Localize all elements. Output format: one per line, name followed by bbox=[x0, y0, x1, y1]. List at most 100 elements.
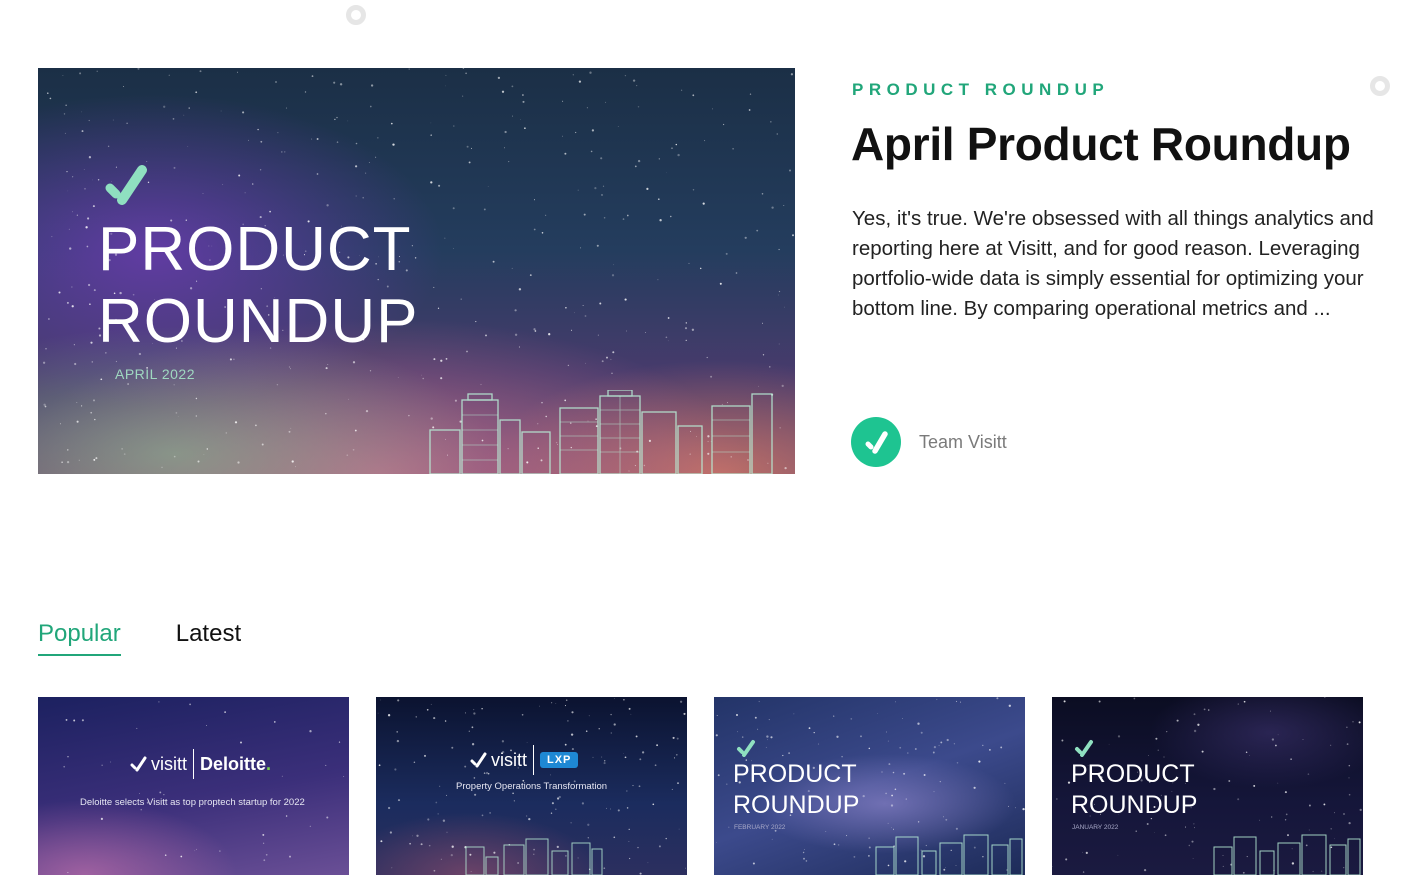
star bbox=[589, 71, 592, 74]
star bbox=[564, 152, 567, 155]
star bbox=[420, 843, 423, 846]
post-card[interactable]: PRODUCT ROUNDUP FEBRUARY 2022 bbox=[714, 697, 1025, 875]
star bbox=[767, 739, 769, 741]
tab-latest[interactable]: Latest bbox=[176, 620, 241, 656]
star bbox=[78, 459, 80, 461]
star bbox=[881, 771, 883, 773]
star bbox=[624, 298, 627, 301]
star bbox=[778, 248, 780, 251]
post-card[interactable]: visitt Deloitte. Deloitte selects Visitt… bbox=[38, 697, 349, 875]
star bbox=[1135, 830, 1137, 832]
star bbox=[1228, 780, 1231, 782]
post-card[interactable]: visitt LXP Property Operations Transform… bbox=[376, 697, 687, 875]
star bbox=[590, 150, 593, 153]
star bbox=[895, 701, 896, 703]
star bbox=[645, 332, 646, 333]
star bbox=[684, 327, 688, 330]
star bbox=[452, 207, 455, 210]
star bbox=[622, 218, 625, 220]
star bbox=[512, 792, 514, 795]
star bbox=[158, 701, 160, 703]
star bbox=[562, 100, 564, 102]
star bbox=[396, 739, 400, 743]
star bbox=[316, 138, 319, 140]
star bbox=[66, 170, 68, 173]
star bbox=[1153, 831, 1155, 833]
star bbox=[352, 361, 356, 364]
star bbox=[570, 733, 574, 736]
star bbox=[545, 214, 547, 216]
star bbox=[637, 106, 640, 108]
star bbox=[304, 91, 307, 93]
star bbox=[284, 151, 286, 153]
star bbox=[891, 794, 893, 797]
card-title-line1: PRODUCT bbox=[1071, 760, 1195, 788]
star bbox=[187, 146, 189, 147]
star bbox=[613, 264, 615, 266]
star bbox=[1014, 807, 1016, 809]
star bbox=[354, 165, 358, 168]
star bbox=[888, 763, 891, 766]
star bbox=[392, 143, 395, 146]
star bbox=[892, 771, 895, 774]
tab-popular[interactable]: Popular bbox=[38, 620, 121, 656]
deloitte-logo: Deloitte. bbox=[200, 754, 271, 775]
star bbox=[1253, 784, 1256, 787]
star bbox=[136, 727, 138, 729]
star bbox=[789, 169, 791, 172]
star bbox=[585, 362, 586, 364]
star bbox=[237, 71, 238, 73]
star bbox=[1192, 858, 1194, 859]
star bbox=[71, 286, 73, 288]
star bbox=[945, 818, 948, 821]
star bbox=[960, 701, 962, 703]
star bbox=[665, 837, 667, 840]
star bbox=[1348, 793, 1351, 796]
star bbox=[706, 356, 708, 359]
post-category[interactable]: PRODUCT ROUNDUP bbox=[852, 80, 1109, 100]
star bbox=[97, 179, 100, 181]
star bbox=[1201, 750, 1204, 753]
star bbox=[614, 698, 615, 699]
star bbox=[96, 70, 98, 72]
star bbox=[471, 147, 472, 149]
star bbox=[1237, 798, 1240, 801]
post-headline[interactable]: April Product Roundup bbox=[851, 117, 1351, 171]
star bbox=[1271, 816, 1273, 818]
star bbox=[692, 189, 695, 191]
star bbox=[504, 130, 507, 134]
star bbox=[440, 359, 443, 362]
star bbox=[551, 802, 554, 805]
post-card[interactable]: PRODUCT ROUNDUP JANUARY 2022 bbox=[1052, 697, 1363, 875]
star bbox=[408, 68, 410, 70]
star bbox=[617, 126, 619, 127]
star bbox=[556, 797, 560, 800]
star bbox=[444, 720, 447, 722]
star bbox=[575, 131, 577, 134]
star bbox=[602, 185, 605, 187]
visitt-check-icon bbox=[737, 740, 755, 757]
star bbox=[194, 850, 196, 852]
star bbox=[825, 831, 827, 832]
star bbox=[92, 179, 93, 181]
star bbox=[982, 744, 984, 747]
star bbox=[628, 828, 630, 831]
star bbox=[269, 210, 271, 213]
star bbox=[652, 803, 655, 806]
deloitte-name: Deloitte bbox=[200, 753, 267, 774]
featured-post-image[interactable]: PRODUCT ROUNDUP APRIL 2022 bbox=[38, 68, 795, 474]
star bbox=[837, 844, 840, 846]
star bbox=[558, 795, 561, 799]
star bbox=[605, 101, 607, 103]
star bbox=[894, 788, 897, 791]
star bbox=[1000, 746, 1003, 749]
star bbox=[632, 79, 636, 82]
star bbox=[396, 731, 399, 733]
star bbox=[550, 812, 553, 814]
star bbox=[804, 849, 805, 850]
star bbox=[877, 713, 878, 715]
star bbox=[564, 705, 567, 707]
star bbox=[666, 172, 667, 174]
star bbox=[48, 318, 50, 320]
post-author[interactable]: Team Visitt bbox=[851, 417, 1007, 467]
